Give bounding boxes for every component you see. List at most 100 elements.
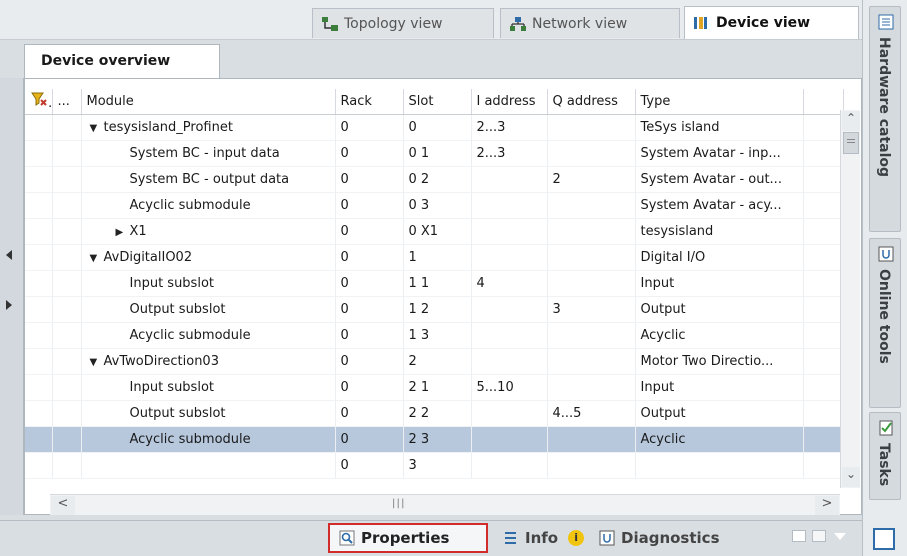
q-address-cell[interactable]: [547, 244, 636, 271]
slot-cell[interactable]: 1 2: [403, 296, 472, 323]
column-header-module[interactable]: Module: [81, 89, 336, 115]
slot-cell[interactable]: 2: [403, 348, 472, 375]
row-status-cell[interactable]: [25, 400, 53, 427]
q-address-cell[interactable]: [547, 426, 636, 453]
rack-cell[interactable]: 0: [335, 348, 404, 375]
extra-cell[interactable]: [803, 166, 844, 193]
q-address-cell[interactable]: [547, 270, 636, 297]
vertical-scrollbar[interactable]: ⌃ ⌄: [840, 110, 860, 488]
sidebar-tab-hardware-catalog[interactable]: Hardware catalog: [869, 6, 901, 232]
rack-cell[interactable]: 0: [335, 140, 404, 167]
type-cell[interactable]: System Avatar - acy...: [635, 192, 804, 219]
q-address-cell[interactable]: 3: [547, 296, 636, 323]
i-address-cell[interactable]: [471, 426, 548, 453]
row-extra-cell[interactable]: [52, 218, 82, 245]
row-extra-cell[interactable]: [52, 452, 82, 479]
table-row[interactable]: Input subslot 0 2 1 5...10 Input: [25, 374, 844, 401]
row-extra-cell[interactable]: [52, 192, 82, 219]
module-cell[interactable]: Acyclic submodule: [81, 426, 336, 453]
row-extra-cell[interactable]: [52, 426, 82, 453]
rack-cell[interactable]: 0: [335, 452, 404, 479]
left-splitter[interactable]: [0, 78, 24, 515]
slot-cell[interactable]: 0 3: [403, 192, 472, 219]
module-cell[interactable]: Output subslot: [81, 296, 336, 323]
i-address-cell[interactable]: 2...3: [471, 114, 548, 141]
slot-cell[interactable]: 2 1: [403, 374, 472, 401]
rack-cell[interactable]: 0: [335, 400, 404, 427]
table-row[interactable]: ▶ X1 0 0 X1 tesysisland: [25, 218, 844, 245]
i-address-cell[interactable]: [471, 400, 548, 427]
module-cell[interactable]: Acyclic submodule: [81, 192, 336, 219]
i-address-cell[interactable]: [471, 192, 548, 219]
type-cell[interactable]: Input: [635, 374, 804, 401]
q-address-cell[interactable]: [547, 348, 636, 375]
type-cell[interactable]: Acyclic: [635, 426, 804, 453]
expand-down-icon[interactable]: ▼: [90, 123, 104, 134]
extra-cell[interactable]: [803, 452, 844, 479]
i-address-cell[interactable]: 4: [471, 270, 548, 297]
extra-cell[interactable]: [803, 348, 844, 375]
table-row[interactable]: Acyclic submodule 0 0 3 System Avatar - acy…: [25, 192, 844, 219]
module-cell[interactable]: ▶ X1: [81, 218, 336, 245]
slot-cell[interactable]: 0: [403, 114, 472, 141]
type-cell[interactable]: Digital I/O: [635, 244, 804, 271]
extra-cell[interactable]: [803, 114, 844, 141]
extra-cell[interactable]: [803, 270, 844, 297]
expand-right-icon[interactable]: [6, 300, 12, 310]
tab-topology-view[interactable]: Topology view: [312, 8, 494, 38]
i-address-cell[interactable]: [471, 244, 548, 271]
q-address-cell[interactable]: [547, 374, 636, 401]
row-status-cell[interactable]: [25, 192, 53, 219]
rack-cell[interactable]: 0: [335, 322, 404, 349]
extra-cell[interactable]: [803, 322, 844, 349]
scroll-left-icon[interactable]: <: [51, 496, 75, 515]
q-address-cell[interactable]: [547, 140, 636, 167]
rack-cell[interactable]: 0: [335, 192, 404, 219]
column-header-type[interactable]: Type: [635, 89, 804, 115]
row-extra-cell[interactable]: [52, 166, 82, 193]
column-header-extra[interactable]: [803, 89, 844, 115]
horizontal-scroll-grip-icon[interactable]: | | |: [392, 498, 405, 509]
row-extra-cell[interactable]: [52, 374, 82, 401]
float-panel-icon[interactable]: [792, 530, 806, 542]
row-extra-cell[interactable]: [52, 114, 82, 141]
slot-cell[interactable]: 1 3: [403, 322, 472, 349]
extra-cell[interactable]: [803, 192, 844, 219]
extra-cell[interactable]: [803, 426, 844, 453]
module-cell[interactable]: Output subslot: [81, 400, 336, 427]
i-address-cell[interactable]: 2...3: [471, 140, 548, 167]
slot-cell[interactable]: 2 2: [403, 400, 472, 427]
slot-cell[interactable]: 0 2: [403, 166, 472, 193]
type-cell[interactable]: Output: [635, 400, 804, 427]
q-address-cell[interactable]: [547, 452, 636, 479]
module-cell[interactable]: ▼ AvDigitalIO02: [81, 244, 336, 271]
maximize-panel-icon[interactable]: [812, 530, 826, 542]
column-filter-header[interactable]: [25, 89, 53, 115]
module-cell[interactable]: ▼ tesysisland_Profinet: [81, 114, 336, 141]
column-header-slot[interactable]: Slot: [403, 89, 472, 115]
row-status-cell[interactable]: [25, 114, 53, 141]
scroll-up-icon[interactable]: ⌃: [842, 111, 860, 131]
row-status-cell[interactable]: [25, 348, 53, 375]
rack-cell[interactable]: 0: [335, 296, 404, 323]
tab-properties[interactable]: Properties: [328, 523, 488, 553]
rack-cell[interactable]: 0: [335, 426, 404, 453]
horizontal-scrollbar[interactable]: < | | | >: [50, 494, 840, 515]
q-address-cell[interactable]: [547, 114, 636, 141]
slot-cell[interactable]: 0 1: [403, 140, 472, 167]
tab-info[interactable]: Info i: [494, 523, 590, 553]
i-address-cell[interactable]: [471, 296, 548, 323]
table-row[interactable]: Acyclic submodule 0 1 3 Acyclic: [25, 322, 844, 349]
q-address-cell[interactable]: [547, 192, 636, 219]
row-extra-cell[interactable]: [52, 400, 82, 427]
rack-cell[interactable]: 0: [335, 114, 404, 141]
module-cell[interactable]: System BC - input data: [81, 140, 336, 167]
row-status-cell[interactable]: [25, 374, 53, 401]
table-row[interactable]: Input subslot 0 1 1 4 Input: [25, 270, 844, 297]
i-address-cell[interactable]: [471, 218, 548, 245]
row-extra-cell[interactable]: [52, 140, 82, 167]
table-row[interactable]: 03: [25, 452, 844, 479]
table-row[interactable]: System BC - output data 0 0 2 2 System Avata…: [25, 166, 844, 193]
extra-cell[interactable]: [803, 244, 844, 271]
rack-cell[interactable]: 0: [335, 374, 404, 401]
